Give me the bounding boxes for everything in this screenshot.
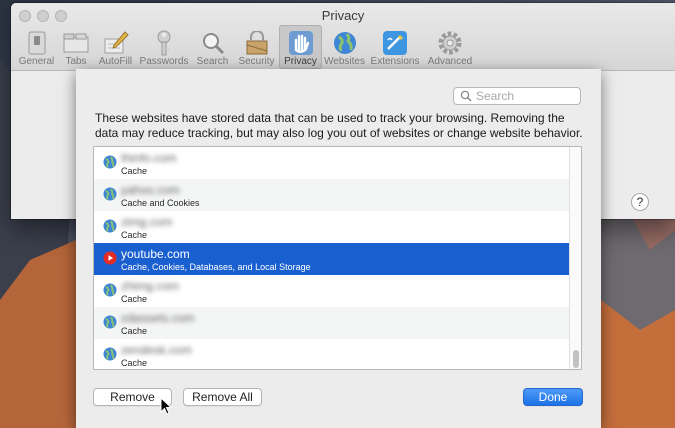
tabs-icon	[62, 30, 90, 56]
hand-icon	[287, 30, 315, 56]
help-button[interactable]: ?	[631, 193, 649, 211]
padlock-icon	[243, 30, 271, 56]
globe-icon	[103, 347, 117, 361]
tab-passwords-label: Passwords	[139, 56, 189, 67]
site-detail: Cache and Cookies	[121, 198, 200, 208]
site-domain: yahoo.com	[121, 183, 180, 197]
scrollbar-thumb[interactable]	[573, 350, 579, 368]
site-domain: zdassets.com	[121, 311, 195, 325]
tab-websites[interactable]: Websites	[323, 25, 366, 69]
tab-search[interactable]: Search	[191, 25, 234, 69]
globe-icon	[103, 219, 117, 233]
website-data-sheet: Search These websites have stored data t…	[76, 69, 601, 428]
tab-autofill-label: AutoFill	[98, 56, 133, 67]
tab-tabs[interactable]: Tabs	[59, 25, 93, 69]
tab-advanced[interactable]: Advanced	[424, 25, 476, 69]
tab-general-label: General	[18, 56, 55, 67]
globe-icon	[103, 283, 117, 297]
privacy-description: These websites have stored data that can…	[95, 111, 583, 140]
window-title: Privacy	[321, 8, 365, 23]
site-detail: Cache	[121, 358, 148, 368]
website-data-list[interactable]: thinfo.com Cache yahoo.com Cache and Coo…	[93, 146, 582, 370]
magnifier-icon	[199, 30, 227, 56]
tab-security-label: Security	[238, 56, 275, 67]
globe-icon	[103, 155, 117, 169]
key-icon	[150, 30, 178, 56]
website-rows: thinfo.com Cache yahoo.com Cache and Coo…	[94, 147, 570, 369]
tab-extensions-label: Extensions	[370, 56, 420, 67]
tab-advanced-label: Advanced	[427, 56, 473, 67]
globe-icon	[103, 187, 117, 201]
tab-websites-label: Websites	[324, 56, 365, 67]
site-detail: Cache	[121, 166, 148, 176]
site-detail: Cache	[121, 294, 148, 304]
search-icon	[460, 90, 472, 102]
titlebar: Privacy General Tabs AutoFill Passwords …	[11, 3, 675, 71]
done-button[interactable]: Done	[523, 388, 583, 406]
tab-tabs-label: Tabs	[65, 56, 87, 67]
site-domain: thinfo.com	[121, 151, 177, 165]
list-item[interactable]: yahoo.com Cache and Cookies	[94, 179, 570, 211]
autofill-pencil-icon	[102, 30, 130, 56]
youtube-icon	[103, 251, 117, 265]
general-switch-icon	[23, 30, 51, 56]
tab-privacy[interactable]: Privacy	[279, 25, 322, 69]
list-scrollbar[interactable]	[569, 147, 581, 369]
list-item[interactable]: zimg.com Cache	[94, 211, 570, 243]
tab-autofill[interactable]: AutoFill	[94, 25, 137, 69]
site-domain: zendesk.com	[121, 343, 192, 357]
puzzle-icon	[381, 30, 409, 56]
tab-passwords[interactable]: Passwords	[138, 25, 190, 69]
list-item[interactable]: zdassets.com Cache	[94, 307, 570, 339]
site-detail: Cache	[121, 326, 148, 336]
gear-icon	[436, 30, 464, 56]
tab-security[interactable]: Security	[235, 25, 278, 69]
site-detail: Cache, Cookies, Databases, and Local Sto…	[121, 262, 311, 272]
list-item[interactable]: zendesk.com Cache	[94, 339, 570, 369]
search-placeholder: Search	[476, 89, 515, 103]
list-item[interactable]: zhimg.com Cache	[94, 275, 570, 307]
tab-search-label: Search	[196, 56, 229, 67]
mouse-pointer-icon	[160, 397, 172, 415]
search-input[interactable]: Search	[453, 87, 581, 105]
tab-extensions[interactable]: Extensions	[367, 25, 423, 69]
tab-privacy-label: Privacy	[284, 56, 317, 67]
site-domain: youtube.com	[121, 247, 190, 261]
globe-icon	[103, 315, 117, 329]
preferences-toolbar: General Tabs AutoFill Passwords Search S…	[15, 25, 477, 69]
remove-all-button[interactable]: Remove All	[183, 388, 262, 406]
site-domain: zhimg.com	[121, 279, 180, 293]
tab-general[interactable]: General	[15, 25, 58, 69]
list-item-selected[interactable]: youtube.com Cache, Cookies, Databases, a…	[94, 243, 570, 275]
site-domain: zimg.com	[121, 215, 173, 229]
globe-icon	[331, 30, 359, 56]
list-item[interactable]: thinfo.com Cache	[94, 147, 570, 179]
site-detail: Cache	[121, 230, 148, 240]
